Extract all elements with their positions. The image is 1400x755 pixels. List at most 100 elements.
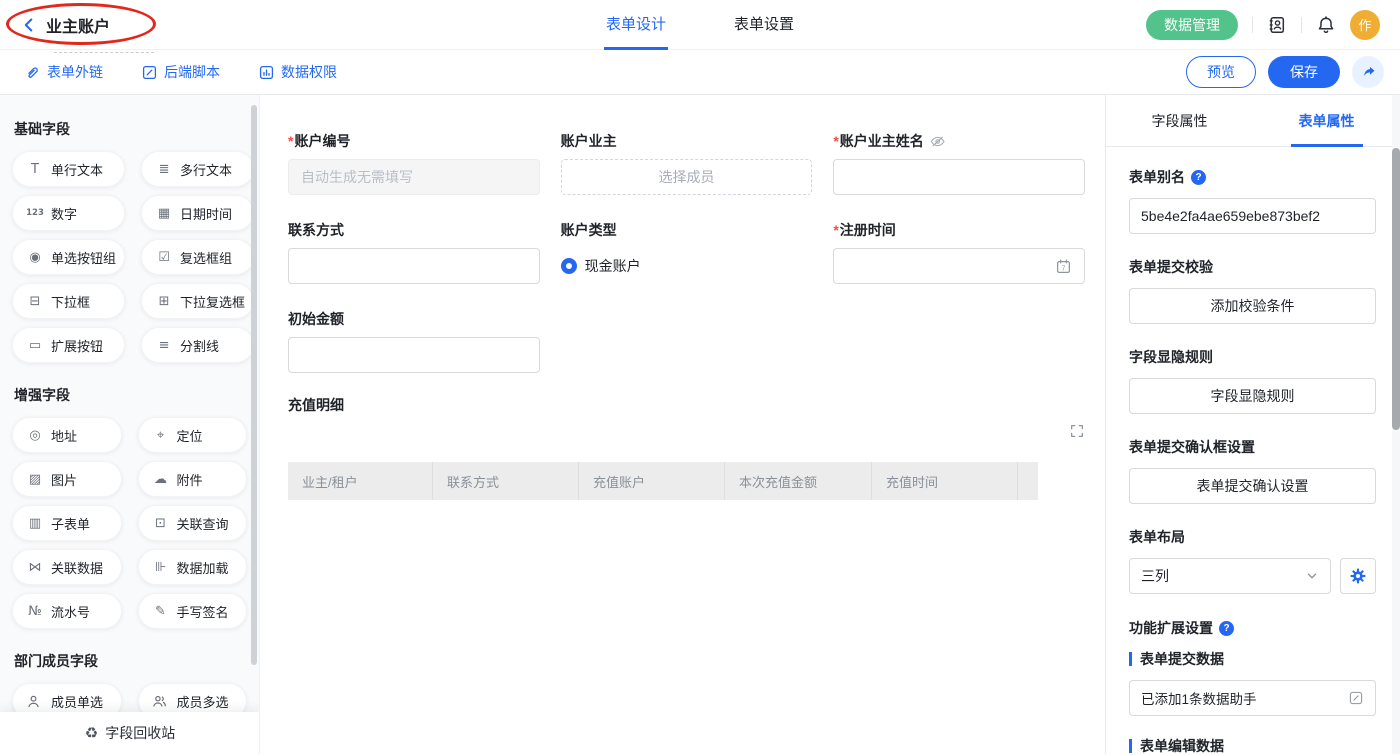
svg-text:7: 7 xyxy=(1062,264,1066,272)
field-item-data-load[interactable]: ⊪数据加载 xyxy=(138,549,248,585)
share-arrow-icon xyxy=(1360,64,1376,80)
field-item-image[interactable]: ▨图片 xyxy=(12,461,122,497)
data-manage-button[interactable]: 数据管理 xyxy=(1146,10,1238,40)
field-account-type[interactable]: 账户类型 现金账户 xyxy=(561,220,813,284)
field-item-location[interactable]: ⌖定位 xyxy=(138,417,248,453)
field-item-checkbox-group[interactable]: ☑复选框组 xyxy=(141,239,254,275)
checkbox-icon: ☑ xyxy=(155,250,173,265)
field-item-serial-number[interactable]: №流水号 xyxy=(12,593,122,629)
help-icon[interactable]: ? xyxy=(1191,170,1206,185)
field-account-owner[interactable]: 账户业主 选择成员 xyxy=(561,131,813,195)
submit-confirm-button[interactable]: 表单提交确认设置 xyxy=(1129,468,1376,504)
edit-icon[interactable] xyxy=(1348,690,1364,706)
back-chevron-icon[interactable] xyxy=(20,16,38,34)
field-recycle-bin-button[interactable]: ♻ 字段回收站 xyxy=(0,712,260,754)
visibility-rule-button[interactable]: 字段显隐规则 xyxy=(1129,378,1376,414)
field-item-single-text[interactable]: T单行文本 xyxy=(12,151,125,187)
field-register-time[interactable]: 注册时间 7 xyxy=(833,220,1085,284)
help-icon[interactable]: ? xyxy=(1219,621,1234,636)
radio-selected[interactable] xyxy=(561,258,577,274)
account-type-label: 账户类型 xyxy=(561,220,617,240)
contact-input[interactable] xyxy=(288,248,540,284)
form-canvas: 账户编号 自动生成无需填写 账户业主 选择成员 账户业主姓名 联系方式 xyxy=(260,95,1105,754)
window-scrollbar-track[interactable] xyxy=(1392,95,1400,754)
subtable-header-row: 业主/租户 联系方式 充值账户 本次充值金额 充值时间 xyxy=(288,462,1038,500)
divider-icon: ≡ xyxy=(155,338,173,353)
subtable-col-amount: 本次充值金额 xyxy=(725,462,872,500)
share-button[interactable] xyxy=(1352,56,1384,88)
save-button[interactable]: 保存 xyxy=(1268,56,1340,88)
radio-icon: ◉ xyxy=(26,250,44,265)
field-item-relation-query[interactable]: ⊡关联查询 xyxy=(138,505,248,541)
radio-option-label[interactable]: 现金账户 xyxy=(585,256,641,276)
preview-button[interactable]: 预览 xyxy=(1186,56,1256,88)
page-title[interactable]: 业主账户 xyxy=(46,13,110,37)
account-owner-label: 账户业主 xyxy=(561,131,617,151)
layout-settings-button[interactable] xyxy=(1340,558,1376,594)
notification-bell-icon[interactable] xyxy=(1316,15,1336,35)
field-item-number[interactable]: 123数字 xyxy=(12,195,125,231)
sidebar-scrollbar-thumb[interactable] xyxy=(251,105,257,665)
main-area: 基础字段 T单行文本 ≣多行文本 123数字 ▦日期时间 ◉单选按钮组 ☑复选框… xyxy=(0,95,1400,754)
field-account-number[interactable]: 账户编号 自动生成无需填写 xyxy=(288,131,540,195)
user-avatar[interactable]: 作 xyxy=(1350,10,1380,40)
field-item-signature[interactable]: ✎手写签名 xyxy=(138,593,248,629)
field-item-relation-data[interactable]: ⋈关联数据 xyxy=(12,549,122,585)
layout-select[interactable]: 三列 xyxy=(1129,558,1331,594)
field-item-radio-group[interactable]: ◉单选按钮组 xyxy=(12,239,125,275)
field-item-multi-select-box[interactable]: ⊞下拉复选框 xyxy=(141,283,254,319)
field-item-attachment[interactable]: ☁附件 xyxy=(138,461,248,497)
extension-settings-title: 功能扩展设置 xyxy=(1129,618,1213,638)
window-scrollbar-thumb[interactable] xyxy=(1392,148,1400,430)
tab-form-settings[interactable]: 表单设置 xyxy=(732,0,796,50)
pen-icon: ✎ xyxy=(152,604,170,619)
subtable-col-account: 充值账户 xyxy=(579,462,725,500)
tab-form-design[interactable]: 表单设计 xyxy=(604,0,668,50)
divider xyxy=(1301,17,1302,33)
subtable-col-owner: 业主/租户 xyxy=(288,462,433,500)
field-contact[interactable]: 联系方式 xyxy=(288,220,540,284)
register-time-input[interactable]: 7 xyxy=(833,248,1085,284)
submit-data-summary[interactable]: 已添加1条数据助手 xyxy=(1129,680,1376,716)
initial-amount-input[interactable] xyxy=(288,337,540,373)
tab-field-properties[interactable]: 字段属性 xyxy=(1106,95,1253,146)
member-select-placeholder: 选择成员 xyxy=(658,167,714,187)
form-alias-input[interactable]: 5be4e2fa4ae659ebe873bef2 xyxy=(1129,198,1376,234)
toolbar-links: 表单外链 后端脚本 数据权限 xyxy=(24,62,337,82)
multi-select-icon: ⊞ xyxy=(155,294,173,309)
basic-fields-grid: T单行文本 ≣多行文本 123数字 ▦日期时间 ◉单选按钮组 ☑复选框组 ⊟下拉… xyxy=(12,151,247,363)
field-owner-name[interactable]: 账户业主姓名 xyxy=(833,131,1085,195)
image-icon: ▨ xyxy=(26,472,44,487)
field-item-address[interactable]: ◎地址 xyxy=(12,417,122,453)
owner-name-input[interactable] xyxy=(833,159,1085,195)
member-select-control[interactable]: 选择成员 xyxy=(561,159,813,195)
account-number-input[interactable]: 自动生成无需填写 xyxy=(288,159,540,195)
contact-label: 联系方式 xyxy=(288,220,344,240)
external-link-button[interactable]: 表单外链 xyxy=(24,62,103,82)
required-asterisk: 账户编号 xyxy=(288,131,350,151)
back-nav[interactable]: 业主账户 xyxy=(20,13,110,37)
field-item-select[interactable]: ⊟下拉框 xyxy=(12,283,125,319)
field-initial-amount[interactable]: 初始金额 xyxy=(288,309,540,373)
field-item-datetime[interactable]: ▦日期时间 xyxy=(141,195,254,231)
calendar-date-icon[interactable]: 7 xyxy=(1055,258,1072,275)
fullscreen-expand-icon[interactable] xyxy=(1069,423,1085,439)
required-asterisk: 账户业主姓名 xyxy=(833,131,923,151)
field-item-subform[interactable]: ▥子表单 xyxy=(12,505,122,541)
form-alias-title: 表单别名 xyxy=(1129,167,1185,187)
field-item-multi-text[interactable]: ≣多行文本 xyxy=(141,151,254,187)
add-validation-button[interactable]: 添加校验条件 xyxy=(1129,288,1376,324)
gear-icon xyxy=(1349,567,1367,585)
external-link-label: 表单外链 xyxy=(47,62,103,82)
tab-form-properties[interactable]: 表单属性 xyxy=(1253,95,1400,146)
backend-script-button[interactable]: 后端脚本 xyxy=(141,62,220,82)
data-permission-button[interactable]: 数据权限 xyxy=(258,62,337,82)
contacts-book-icon[interactable] xyxy=(1267,15,1287,35)
field-item-extend-button[interactable]: ▭扩展按钮 xyxy=(12,327,125,363)
person-icon xyxy=(26,694,44,709)
field-recharge-subtable[interactable]: 充值明细 业主/租户 联系方式 充值账户 本次充值金额 充值时间 xyxy=(288,395,1085,500)
data-load-chart-icon: ⊪ xyxy=(152,560,170,575)
submit-data-value: 已添加1条数据助手 xyxy=(1141,688,1257,708)
account-number-placeholder: 自动生成无需填写 xyxy=(301,167,413,187)
field-item-divider[interactable]: ≡分割线 xyxy=(141,327,254,363)
